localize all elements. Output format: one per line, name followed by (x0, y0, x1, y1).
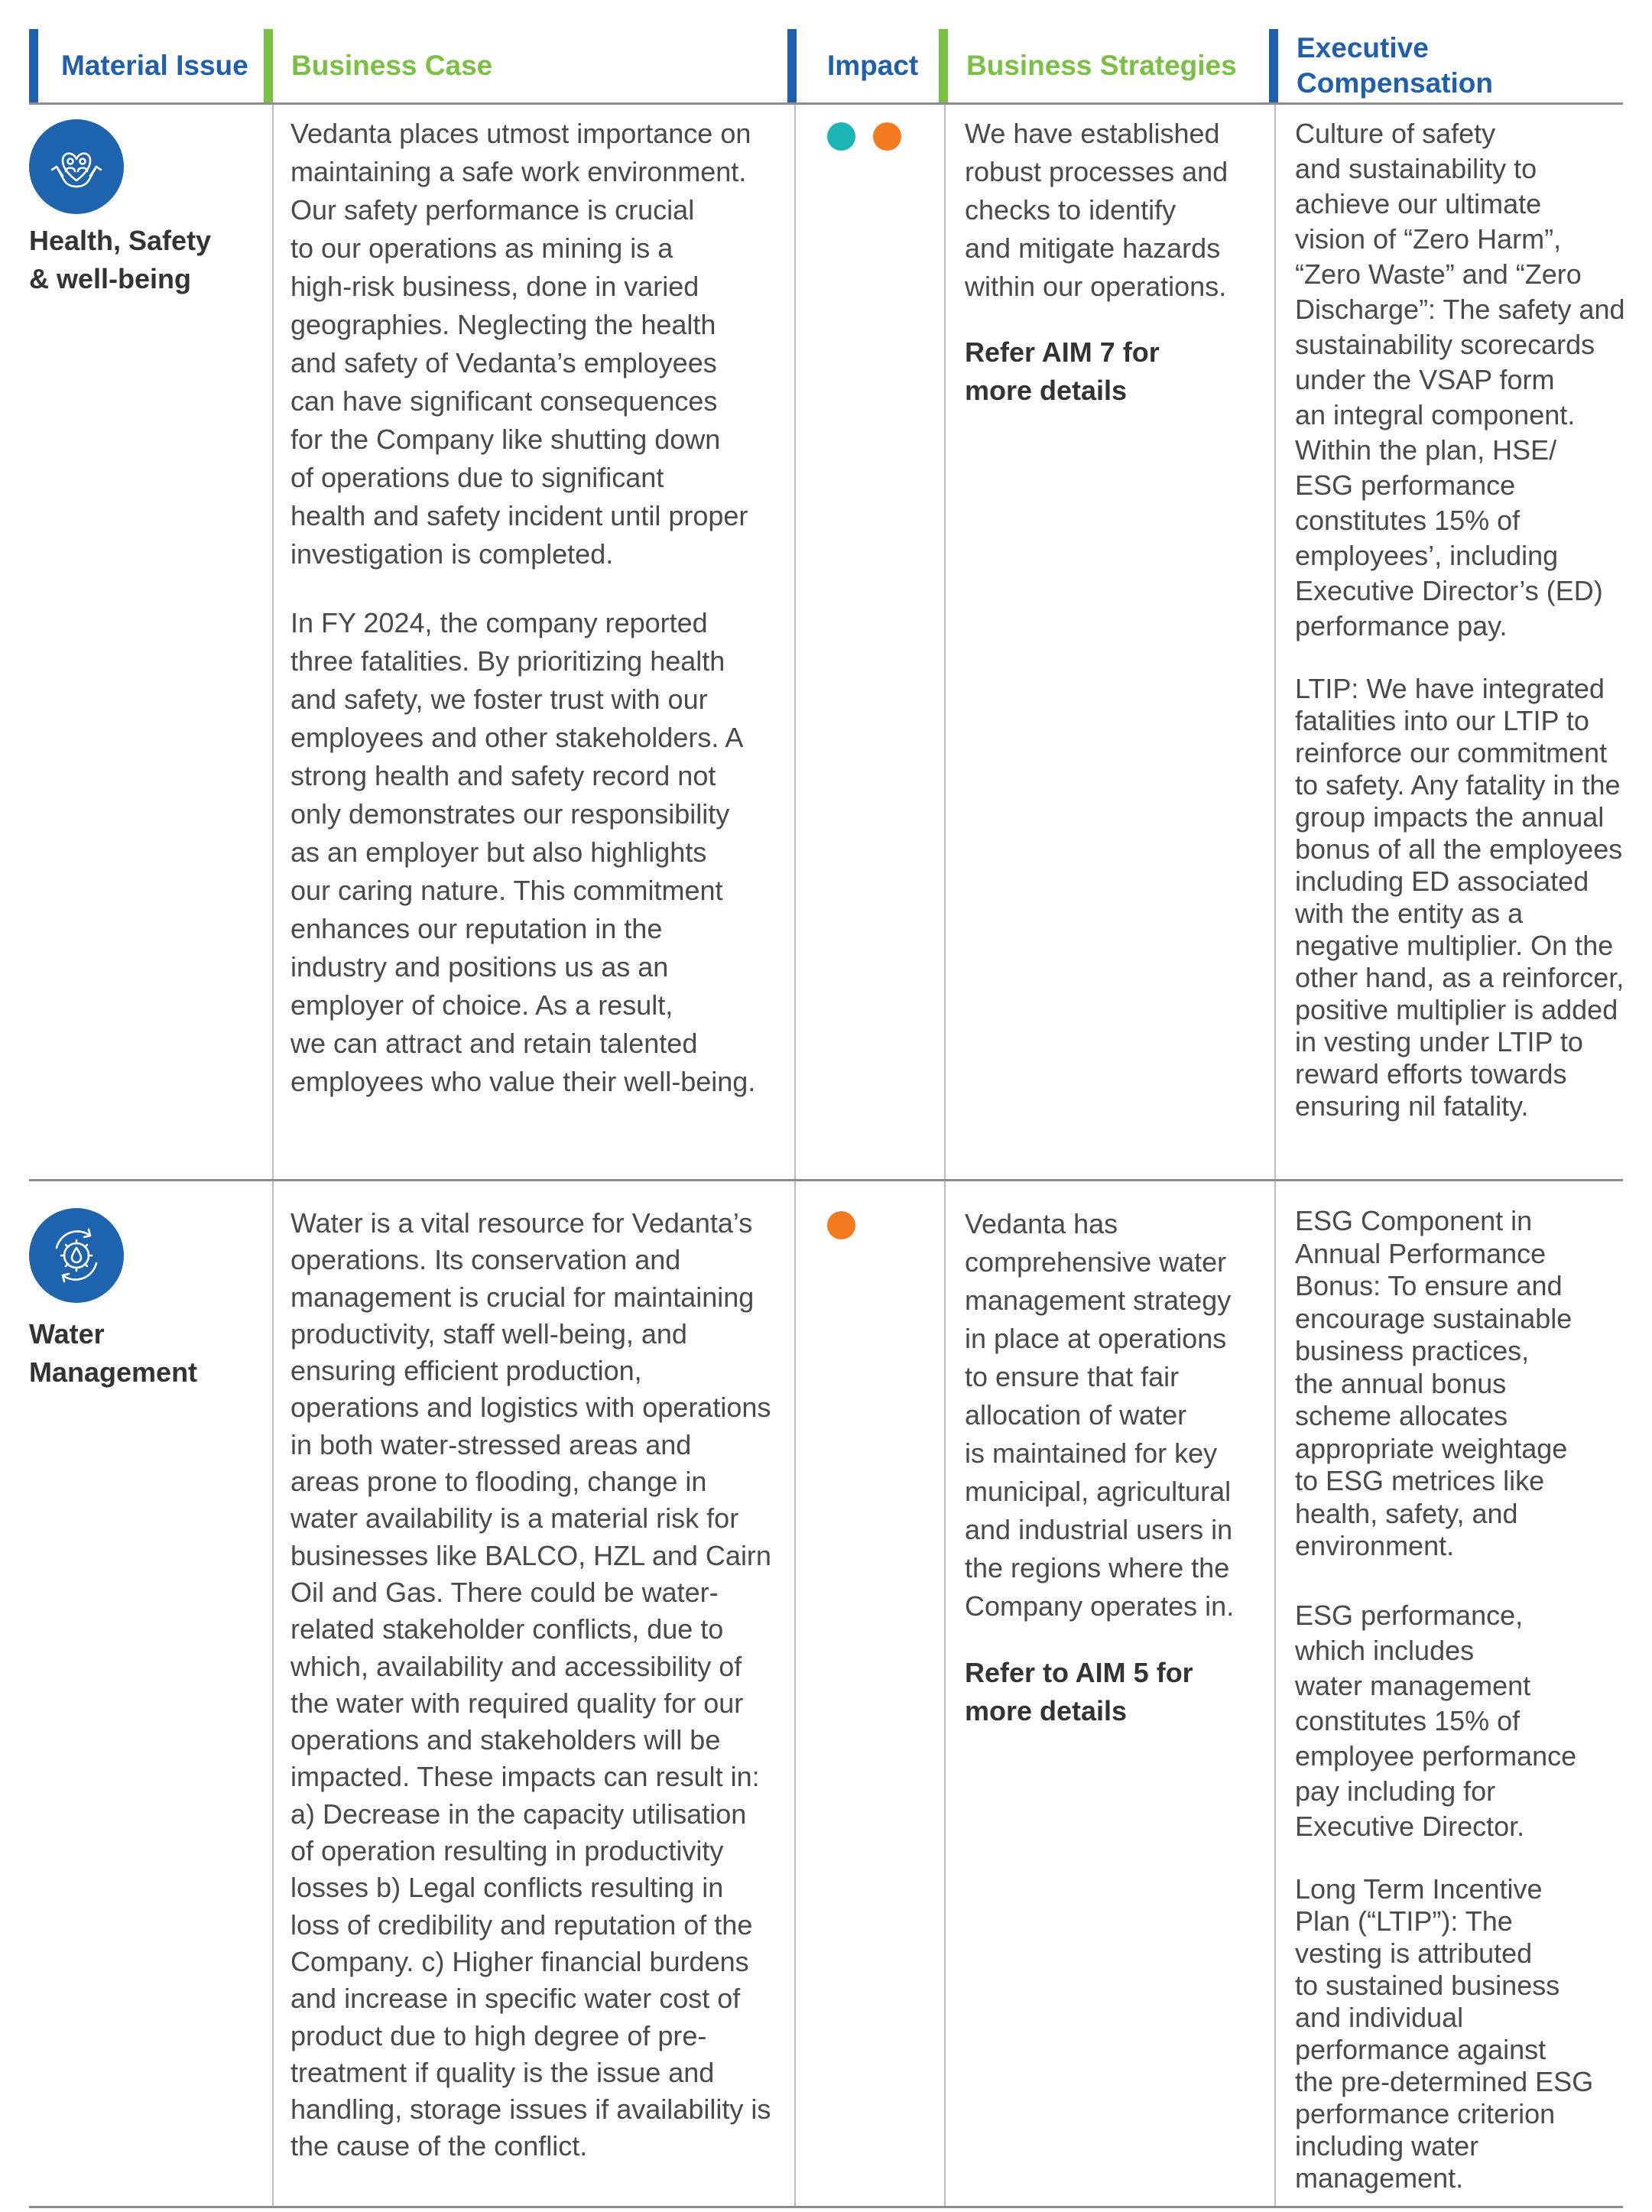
reference-link-aim-7[interactable]: Refer AIM 7 for more details (965, 333, 1160, 410)
business-case-paragraph: In FY 2024, the company reported three f… (290, 607, 756, 1097)
health-safety-icon (29, 119, 124, 214)
table-bottom-rule (29, 2206, 1623, 2208)
column-divider (1274, 105, 1276, 1179)
executive-compensation-paragraph: Long Term Incentive Plan (“LTIP”): The v… (1295, 1873, 1594, 2194)
header-accent-bar (787, 29, 797, 102)
executive-compensation-paragraph: ESG performance, which includes water ma… (1295, 1600, 1577, 1842)
header-material-issue: Material Issue (29, 29, 258, 102)
header-impact: Impact (787, 29, 925, 102)
row-divider (29, 1179, 1623, 1181)
impact-teal-dot (827, 122, 855, 151)
impact-orange-dot (873, 122, 901, 151)
header-business-strategies: Business Strategies (939, 29, 1260, 102)
business-strategy-text: We have established robust processes and… (965, 118, 1228, 302)
column-divider (794, 105, 796, 1179)
header-material-issue-label: Material Issue (61, 50, 248, 81)
impact-orange-dot (827, 1211, 855, 1239)
column-divider (1274, 1181, 1276, 2206)
header-business-case: Business Case (264, 29, 761, 102)
header-accent-bar (1269, 29, 1278, 102)
header-business-case-label: Business Case (291, 50, 493, 81)
column-divider (794, 1181, 796, 2206)
executive-compensation-paragraph: ESG Component in Annual Performance Bonu… (1295, 1205, 1572, 1561)
header-accent-bar (29, 29, 38, 102)
column-divider (944, 105, 946, 1179)
reference-link-aim-5[interactable]: Refer to AIM 5 for more details (965, 1654, 1193, 1730)
column-divider (272, 105, 274, 1179)
water-management-icon (29, 1208, 124, 1303)
column-divider (272, 1181, 274, 2206)
business-case-paragraph: Water is a vital resource for Vedanta’s … (290, 1207, 771, 2162)
header-impact-label: Impact (827, 50, 919, 81)
business-strategy-text: Vedanta has comprehensive water manageme… (965, 1208, 1235, 1622)
executive-compensation-paragraph: Culture of safety and sustainability to … (1295, 118, 1625, 642)
material-issue-water-management: Water Management (29, 1318, 198, 1388)
header-divider (29, 102, 1623, 105)
header-accent-bar (939, 29, 948, 102)
header-business-strategies-label: Business Strategies (966, 50, 1237, 81)
column-divider (944, 1181, 946, 2206)
business-case-paragraph: Vedanta places utmost importance on main… (290, 118, 751, 570)
header-executive-compensation-label: Executive Compensation (1297, 32, 1493, 99)
executive-compensation-paragraph: LTIP: We have integrated fatalities into… (1295, 673, 1624, 1122)
header-executive-compensation: Executive Compensation (1269, 29, 1605, 102)
header-accent-bar (264, 29, 273, 102)
material-issue-health-safety: Health, Safety & well-being (29, 225, 212, 294)
